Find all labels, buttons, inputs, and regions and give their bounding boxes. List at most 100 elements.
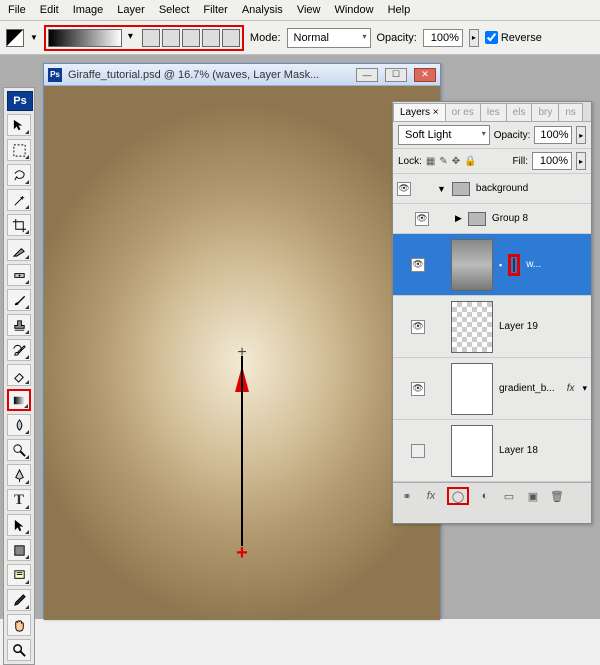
visibility-icon[interactable]: 👁	[411, 258, 425, 272]
gradient-angle-icon[interactable]	[182, 29, 200, 47]
layer-row-layer18[interactable]: Layer 18	[393, 420, 591, 482]
menu-window[interactable]: Window	[334, 4, 373, 16]
layer-thumb[interactable]	[451, 301, 493, 353]
zoom-tool[interactable]	[7, 639, 31, 661]
mask-highlight	[508, 254, 520, 276]
hand-tool[interactable]	[7, 614, 31, 636]
layer-row-background[interactable]: 👁 ▼ background	[393, 174, 591, 204]
visibility-icon[interactable]	[411, 444, 425, 458]
layer-row-waves[interactable]: 👁 ▪ w...	[393, 234, 591, 296]
marquee-tool[interactable]	[7, 139, 31, 161]
visibility-icon[interactable]: 👁	[411, 382, 425, 396]
layer-row-group8[interactable]: 👁 ▶ Group 8	[393, 204, 591, 234]
menu-view[interactable]: View	[297, 4, 321, 16]
menu-help[interactable]: Help	[388, 4, 411, 16]
visibility-icon[interactable]: 👁	[415, 212, 429, 226]
layer-name: w...	[526, 259, 541, 270]
folder-icon	[468, 212, 486, 226]
heal-tool[interactable]	[7, 264, 31, 286]
path-select-tool[interactable]	[7, 514, 31, 536]
opacity-stepper[interactable]: ▸	[469, 29, 479, 47]
fill-label: Fill:	[512, 156, 528, 167]
lock-paint-icon[interactable]: ✎	[439, 156, 447, 167]
shape-tool[interactable]	[7, 539, 31, 561]
minimize-button[interactable]: —	[356, 68, 378, 82]
tool-preset-icon[interactable]	[6, 29, 24, 47]
adjustment-layer-icon[interactable]: ◐	[477, 489, 493, 503]
fill-input[interactable]: 100%	[532, 152, 572, 170]
menu-select[interactable]: Select	[159, 4, 190, 16]
ps-doc-icon: Ps	[48, 68, 62, 82]
layer-row-layer19[interactable]: 👁 Layer 19	[393, 296, 591, 358]
gradient-radial-icon[interactable]	[162, 29, 180, 47]
lock-all-icon[interactable]: 🔒	[464, 156, 476, 167]
fill-stepper[interactable]: ▸	[576, 152, 586, 170]
tab-4[interactable]: els	[506, 103, 533, 121]
reverse-label: Reverse	[501, 32, 542, 44]
notes-tool[interactable]	[7, 564, 31, 586]
visibility-icon[interactable]: 👁	[397, 182, 411, 196]
maximize-button[interactable]: ☐	[385, 68, 407, 82]
add-mask-icon[interactable]: ◯	[450, 489, 466, 503]
menu-file[interactable]: File	[8, 4, 26, 16]
slice-tool[interactable]	[7, 239, 31, 261]
eraser-tool[interactable]	[7, 364, 31, 386]
gradient-controls-highlight	[44, 25, 244, 51]
gradient-linear-icon[interactable]	[142, 29, 160, 47]
document-titlebar[interactable]: Ps Giraffe_tutorial.psd @ 16.7% (waves, …	[44, 64, 440, 86]
menu-filter[interactable]: Filter	[203, 4, 227, 16]
tab-2[interactable]: or es	[445, 103, 481, 121]
gradient-reflected-icon[interactable]	[202, 29, 220, 47]
gradient-drag-line	[241, 356, 243, 546]
stamp-tool[interactable]	[7, 314, 31, 336]
tab-6[interactable]: ns	[558, 103, 583, 121]
menu-edit[interactable]: Edit	[40, 4, 59, 16]
menubar: File Edit Image Layer Select Filter Anal…	[0, 0, 600, 21]
canvas[interactable]: + +	[44, 86, 440, 620]
link-layers-icon[interactable]: ⚭	[399, 489, 415, 503]
move-tool[interactable]	[7, 114, 31, 136]
lock-transparent-icon[interactable]: ▦	[426, 156, 435, 167]
layer-thumb[interactable]	[451, 239, 493, 291]
layer-opacity-input[interactable]: 100%	[534, 126, 572, 144]
delete-layer-icon[interactable]: 🗑	[549, 489, 565, 503]
document-title: Giraffe_tutorial.psd @ 16.7% (waves, Lay…	[68, 69, 349, 81]
brush-tool[interactable]	[7, 289, 31, 311]
layer-mask-thumb[interactable]	[513, 258, 515, 272]
lock-row: Lock: ▦ ✎ ✥ 🔒 Fill: 100% ▸	[393, 149, 591, 174]
pen-tool[interactable]	[7, 464, 31, 486]
new-layer-icon[interactable]: ▣	[525, 489, 541, 503]
reverse-checkbox[interactable]: Reverse	[485, 31, 542, 44]
wand-tool[interactable]	[7, 189, 31, 211]
layer-row-gradientb[interactable]: 👁 gradient_b... fx ▾	[393, 358, 591, 420]
menu-analysis[interactable]: Analysis	[242, 4, 283, 16]
blend-mode-dropdown[interactable]: Soft Light	[398, 125, 490, 145]
reverse-checkbox-input[interactable]	[485, 31, 498, 44]
dodge-tool[interactable]	[7, 439, 31, 461]
layer-thumb[interactable]	[451, 425, 493, 477]
new-group-icon[interactable]: ▭	[501, 489, 517, 503]
gradient-tool[interactable]	[7, 389, 31, 411]
blur-tool[interactable]	[7, 414, 31, 436]
layer-opacity-stepper[interactable]: ▸	[576, 126, 586, 144]
fx-badge[interactable]: fx	[567, 383, 575, 394]
crop-tool[interactable]	[7, 214, 31, 236]
gradient-diamond-icon[interactable]	[222, 29, 240, 47]
mode-dropdown[interactable]: Normal	[287, 28, 371, 48]
close-button[interactable]: ✕	[414, 68, 436, 82]
type-tool[interactable]: T	[7, 489, 31, 511]
tab-5[interactable]: bry	[531, 103, 559, 121]
visibility-icon[interactable]: 👁	[411, 320, 425, 334]
eyedropper-tool[interactable]	[7, 589, 31, 611]
menu-layer[interactable]: Layer	[117, 4, 145, 16]
menu-image[interactable]: Image	[73, 4, 104, 16]
layer-thumb[interactable]	[451, 363, 493, 415]
history-brush-tool[interactable]	[7, 339, 31, 361]
tab-layers[interactable]: Layers ×	[393, 103, 446, 121]
lock-move-icon[interactable]: ✥	[452, 156, 460, 167]
opacity-input[interactable]: 100%	[423, 29, 463, 47]
tab-3[interactable]: les	[480, 103, 507, 121]
fx-icon[interactable]: fx	[423, 489, 439, 503]
gradient-picker[interactable]	[48, 29, 122, 47]
lasso-tool[interactable]	[7, 164, 31, 186]
